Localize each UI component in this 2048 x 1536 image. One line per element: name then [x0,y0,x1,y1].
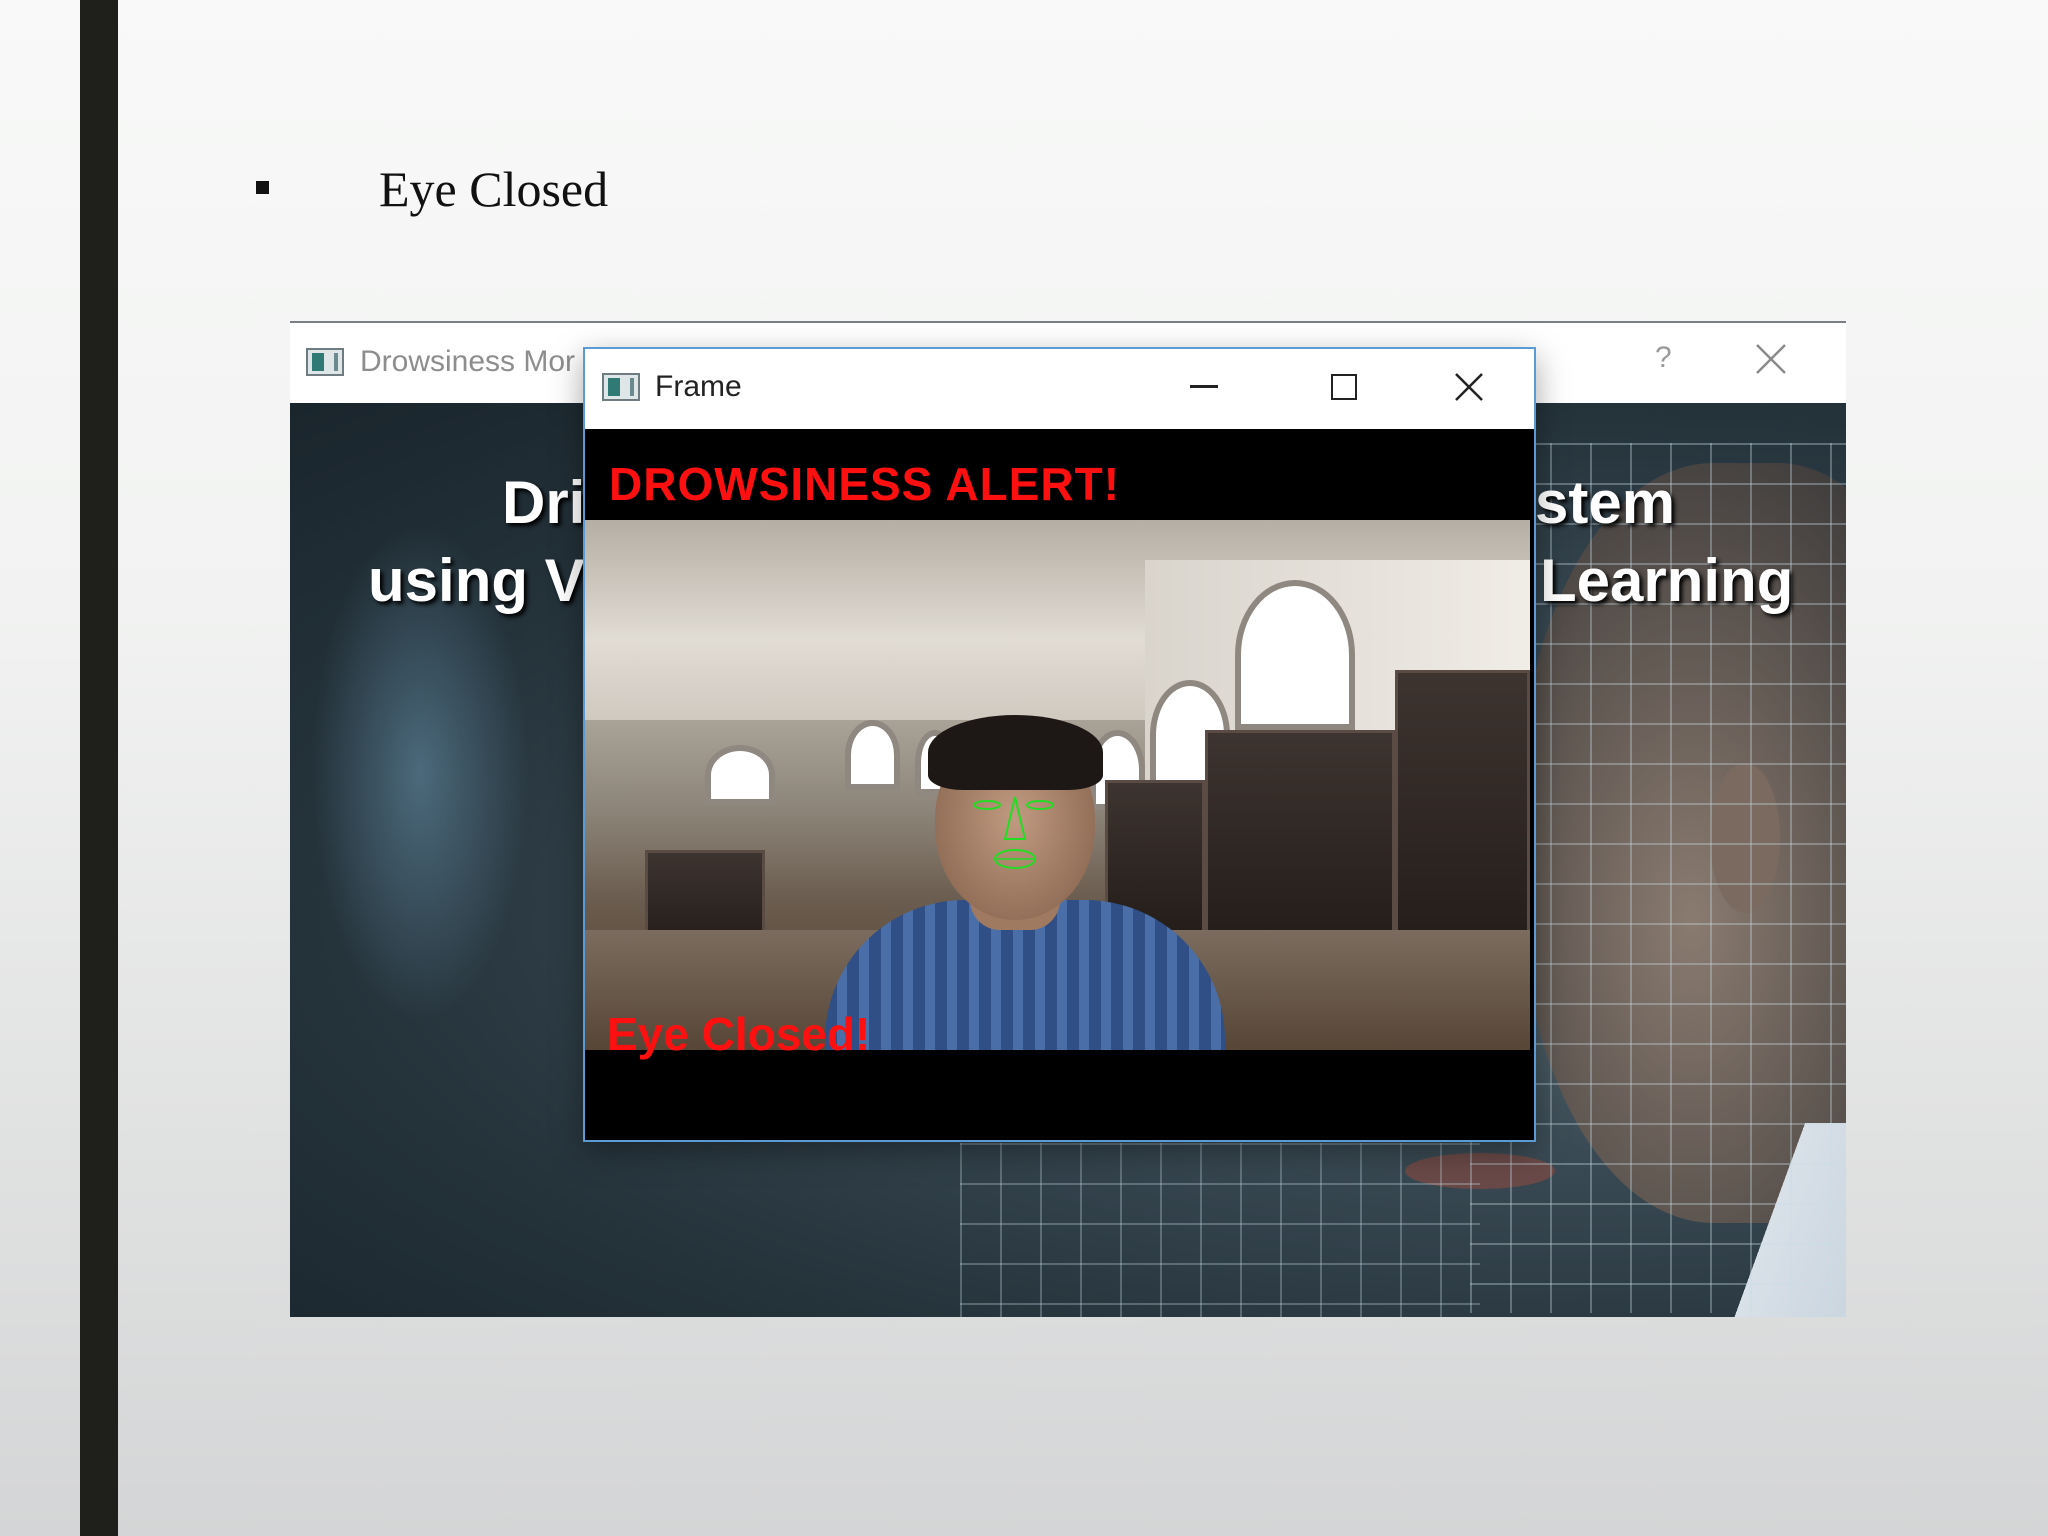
bookcase [1205,730,1395,950]
arched-window [705,745,775,805]
frame-window: Frame DROWSINESS ALERT! Eye Closed! [583,347,1536,1142]
minimize-button[interactable] [1190,385,1218,388]
close-icon[interactable] [1753,341,1789,377]
slide-title: Eye Closed [379,161,609,217]
arched-window [845,720,900,790]
heading-line2-left: using V [368,547,585,614]
back-window-title: Drowsiness Mor [360,345,576,378]
arched-window [1235,580,1355,730]
bullet-icon [256,181,269,194]
heading-line2-right: Learning [1540,547,1794,614]
frame-window-titlebar[interactable]: Frame [585,349,1534,429]
webcam-image [585,520,1530,1050]
close-button[interactable] [1453,371,1485,403]
drowsiness-alert-text: DROWSINESS ALERT! [609,458,1121,510]
heading-line1-left: Dri [502,469,586,536]
eye-closed-text: Eye Closed! [607,1008,871,1060]
bookcase [1395,670,1530,960]
frame-window-icon [602,373,640,401]
maximize-button[interactable] [1331,374,1357,400]
camera-frame: DROWSINESS ALERT! Eye Closed! [585,429,1534,1140]
heading-line1-right: stem [1535,469,1676,536]
frame-window-title: Frame [655,370,742,403]
slide-left-bar [80,0,118,1536]
background-grid-overlay-lower [960,1143,1480,1317]
facial-landmarks-overlay [973,796,1054,869]
app-window-icon [306,348,344,376]
help-button[interactable]: ? [1655,341,1672,375]
